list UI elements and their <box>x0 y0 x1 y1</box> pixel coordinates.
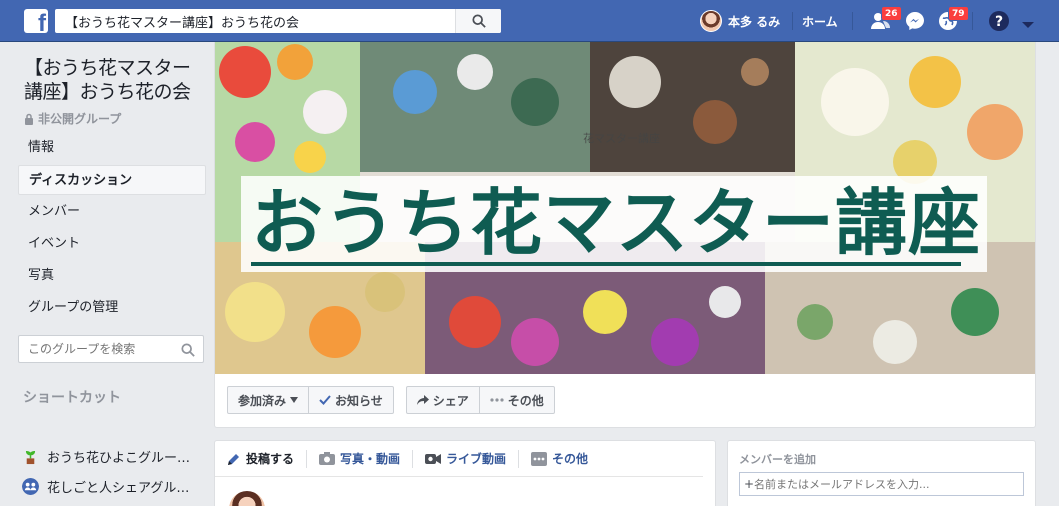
notifications-badge: 79 <box>948 6 969 21</box>
caret-down-icon <box>290 397 299 403</box>
share-label: シェア <box>432 393 469 408</box>
add-member-input[interactable] <box>740 473 1010 496</box>
global-search[interactable] <box>55 9 501 33</box>
cover-title: おうち花マスター講座 <box>251 181 982 265</box>
lock-icon <box>25 113 33 125</box>
tab-label: 写真・動画 <box>340 452 401 466</box>
add-member-field[interactable]: + <box>739 472 1024 496</box>
more-dots-icon <box>490 398 504 402</box>
notifications-toggle-button[interactable]: お知らせ <box>308 387 393 413</box>
group-name[interactable]: 【おうち花マスター講座】おうち花の会 <box>18 56 206 104</box>
help-button[interactable]: ? <box>988 10 1010 32</box>
top-navigation-bar: f 本多 るみ ホーム 26 79 ? <box>0 0 1059 42</box>
shortcut-item[interactable]: おうち花ひよこグルー… <box>22 441 212 471</box>
group-privacy-label: 非公開グループ <box>38 112 122 126</box>
messenger-icon <box>906 12 924 30</box>
left-sidebar: 【おうち花マスター講座】おうち花の会 非公開グループ 情報 ディスカッション メ… <box>18 56 206 407</box>
cover-photo[interactable]: 花マスター講座 おうち花マスター講座 <box>215 42 1035 374</box>
video-camera-icon <box>425 453 442 464</box>
share-arrow-icon <box>416 394 429 405</box>
group-icon <box>22 477 39 495</box>
nav-item-members[interactable]: メンバー <box>18 197 206 227</box>
joined-button[interactable]: 参加済み <box>228 387 308 413</box>
avatar <box>229 491 265 506</box>
add-member-panel: メンバーを追加 + <box>727 440 1036 506</box>
profile-link[interactable]: 本多 るみ <box>700 9 780 33</box>
search-button[interactable] <box>455 9 501 33</box>
divider <box>852 12 853 30</box>
group-nav: 情報 ディスカッション メンバー イベント 写真 グループの管理 <box>18 133 206 323</box>
membership-actions: 参加済み お知らせ <box>227 386 394 414</box>
group-search[interactable] <box>18 335 204 363</box>
global-search-input[interactable] <box>55 9 455 33</box>
svg-text:?: ? <box>995 14 1003 30</box>
joined-label: 参加済み <box>238 393 287 408</box>
profile-name: 本多 るみ <box>728 14 781 29</box>
cover-underline <box>251 262 961 266</box>
search-icon <box>471 14 486 28</box>
cover-card: 花マスター講座 おうち花マスター講座 参加済み お知らせ シェア その他 <box>214 42 1036 428</box>
home-link[interactable]: ホーム <box>802 13 838 30</box>
tab-more[interactable]: その他 <box>531 450 600 468</box>
notifications-button[interactable]: 79 <box>937 6 969 32</box>
shortcut-label: 花しごと人シェアグル… <box>47 480 190 496</box>
shortcuts-heading: ショートカット <box>23 390 121 406</box>
tab-label: ライブ動画 <box>446 452 507 466</box>
sprout-icon <box>25 450 36 464</box>
notifications-label: お知らせ <box>335 393 383 408</box>
post-composer: 投稿する 写真・動画 ライブ動画 その他 <box>214 440 716 506</box>
pencil-icon <box>228 453 239 465</box>
divider <box>792 12 793 30</box>
tab-write-post[interactable]: 投稿する <box>227 449 308 468</box>
friend-requests-badge: 26 <box>881 6 902 21</box>
tab-label: 投稿する <box>246 452 295 466</box>
nav-item-events[interactable]: イベント <box>18 229 206 259</box>
more-button[interactable]: その他 <box>478 387 554 413</box>
tab-label: その他 <box>552 452 589 466</box>
facebook-logo-icon[interactable]: f <box>24 9 48 33</box>
chevron-down-icon <box>1022 22 1034 28</box>
help-icon: ? <box>989 11 1009 31</box>
account-menu-button[interactable] <box>1021 15 1035 28</box>
group-actions: 参加済み お知らせ シェア その他 <box>227 386 555 414</box>
group-privacy: 非公開グループ <box>18 110 206 127</box>
cover-small-text: 花マスター講座 <box>583 132 660 145</box>
tab-live-video[interactable]: ライブ動画 <box>425 449 520 468</box>
messages-button[interactable] <box>904 10 926 32</box>
friend-requests-button[interactable]: 26 <box>870 6 902 32</box>
shortcut-label: おうち花ひよこグルー… <box>47 450 191 466</box>
shortcut-list: おうち花ひよこグルー… 花しごと人シェアグル… <box>22 441 212 501</box>
search-icon[interactable] <box>181 342 195 361</box>
more-dots-icon <box>531 451 548 466</box>
divider <box>972 12 973 30</box>
nav-item-discussion[interactable]: ディスカッション <box>18 165 206 195</box>
share-actions: シェア その他 <box>405 386 555 414</box>
nav-item-photos[interactable]: 写真 <box>18 261 206 291</box>
camera-icon <box>319 452 336 465</box>
avatar <box>700 10 722 32</box>
more-label: その他 <box>507 393 544 408</box>
check-icon <box>319 395 331 405</box>
nav-item-manage-group[interactable]: グループの管理 <box>18 293 206 323</box>
tab-photo-video[interactable]: 写真・動画 <box>319 449 414 468</box>
nav-item-about[interactable]: 情報 <box>18 133 206 163</box>
shortcut-item[interactable]: 花しごと人シェアグル… <box>22 471 212 501</box>
composer-tabs: 投稿する 写真・動画 ライブ動画 その他 <box>215 441 703 477</box>
add-member-heading: メンバーを追加 <box>739 453 816 466</box>
share-button[interactable]: シェア <box>407 387 479 413</box>
plus-icon: + <box>744 477 755 491</box>
group-search-input[interactable] <box>19 336 169 362</box>
